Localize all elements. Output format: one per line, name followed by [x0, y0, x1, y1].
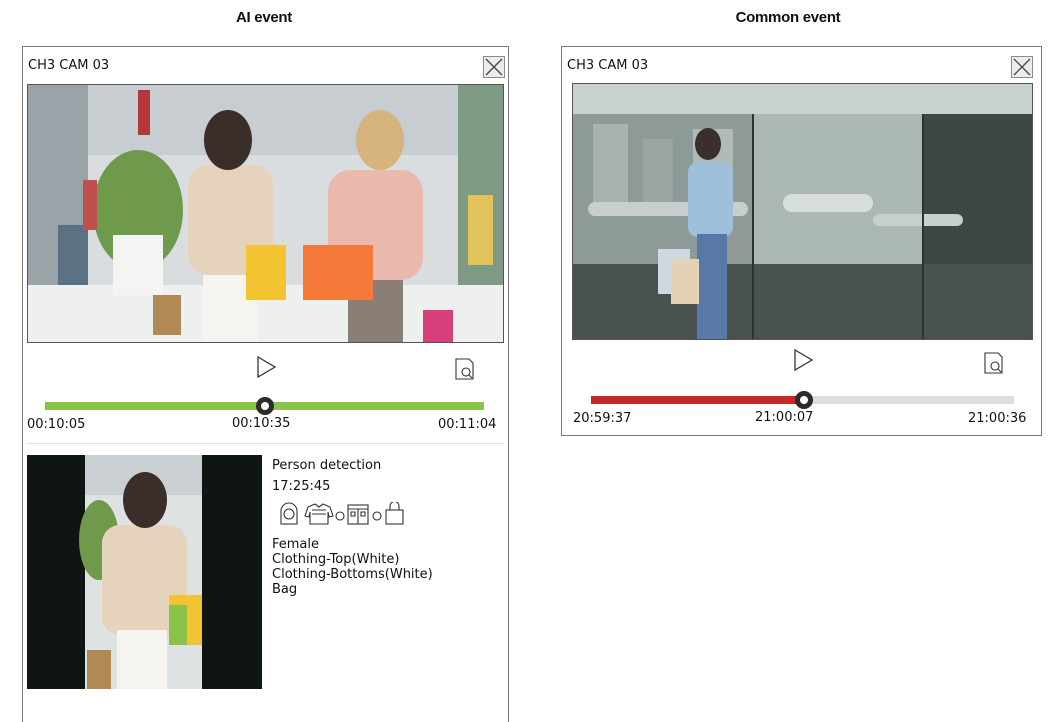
common-event-panel: CH3 CAM 03 20:59:37 21:00:07 21:00:36 — [561, 46, 1042, 436]
play-button[interactable] — [253, 354, 279, 380]
image-search-icon — [984, 352, 1003, 374]
image-search-button[interactable] — [980, 350, 1006, 376]
person-thumbnail-image — [27, 455, 262, 689]
play-icon — [794, 348, 814, 372]
common-event-heading: Common event — [735, 9, 841, 26]
divider — [27, 443, 504, 444]
event-thumbnail[interactable] — [27, 455, 262, 689]
attribute-bottom: Clothing-Bottoms(White) — [272, 567, 433, 582]
event-video[interactable] — [572, 83, 1033, 340]
timeline-end-time: 21:00:36 — [968, 411, 1027, 426]
play-button[interactable] — [790, 347, 816, 373]
close-button[interactable] — [1011, 56, 1033, 78]
image-search-button[interactable] — [451, 356, 477, 382]
event-video[interactable] — [27, 84, 504, 343]
ai-event-panel: CH3 CAM 03 00:10:05 00:10:35 00:11:04 Pe… — [22, 46, 509, 722]
event-type: Person detection — [272, 458, 382, 473]
play-icon — [257, 355, 277, 379]
timeline-progress — [591, 396, 804, 404]
connector-icon — [335, 511, 345, 521]
attribute-gender: Female — [272, 537, 320, 552]
connector-icon — [372, 511, 382, 521]
timeline-start-time: 20:59:37 — [573, 411, 632, 426]
timeline-end-time: 00:11:04 — [438, 417, 497, 432]
timeline-thumb[interactable] — [795, 391, 813, 409]
camera-title: CH3 CAM 03 — [567, 58, 649, 73]
attribute-top: Clothing-Top(White) — [272, 552, 400, 567]
mall-scene-video-frame — [28, 85, 503, 342]
image-search-icon — [455, 358, 474, 380]
face-icon — [280, 502, 298, 525]
attribute-icons — [278, 502, 438, 526]
event-time: 17:25:45 — [272, 479, 331, 494]
bottom-clothing-icon — [347, 504, 369, 525]
timeline-current-time: 00:10:35 — [232, 416, 291, 431]
timeline-start-time: 00:10:05 — [27, 417, 86, 432]
close-icon — [1013, 58, 1031, 76]
top-clothing-icon — [304, 503, 334, 525]
timeline-current-time: 21:00:07 — [755, 410, 814, 425]
close-icon — [485, 58, 503, 76]
attribute-list: Female Clothing-Top(White) Clothing-Bott… — [272, 537, 433, 597]
ai-event-heading: AI event — [236, 9, 292, 26]
attribute-bag: Bag — [272, 582, 298, 597]
storefront-scene-video-frame — [573, 84, 1032, 339]
camera-title: CH3 CAM 03 — [28, 58, 110, 73]
close-button[interactable] — [483, 56, 505, 78]
bag-icon — [385, 502, 404, 525]
timeline-thumb[interactable] — [256, 397, 274, 415]
